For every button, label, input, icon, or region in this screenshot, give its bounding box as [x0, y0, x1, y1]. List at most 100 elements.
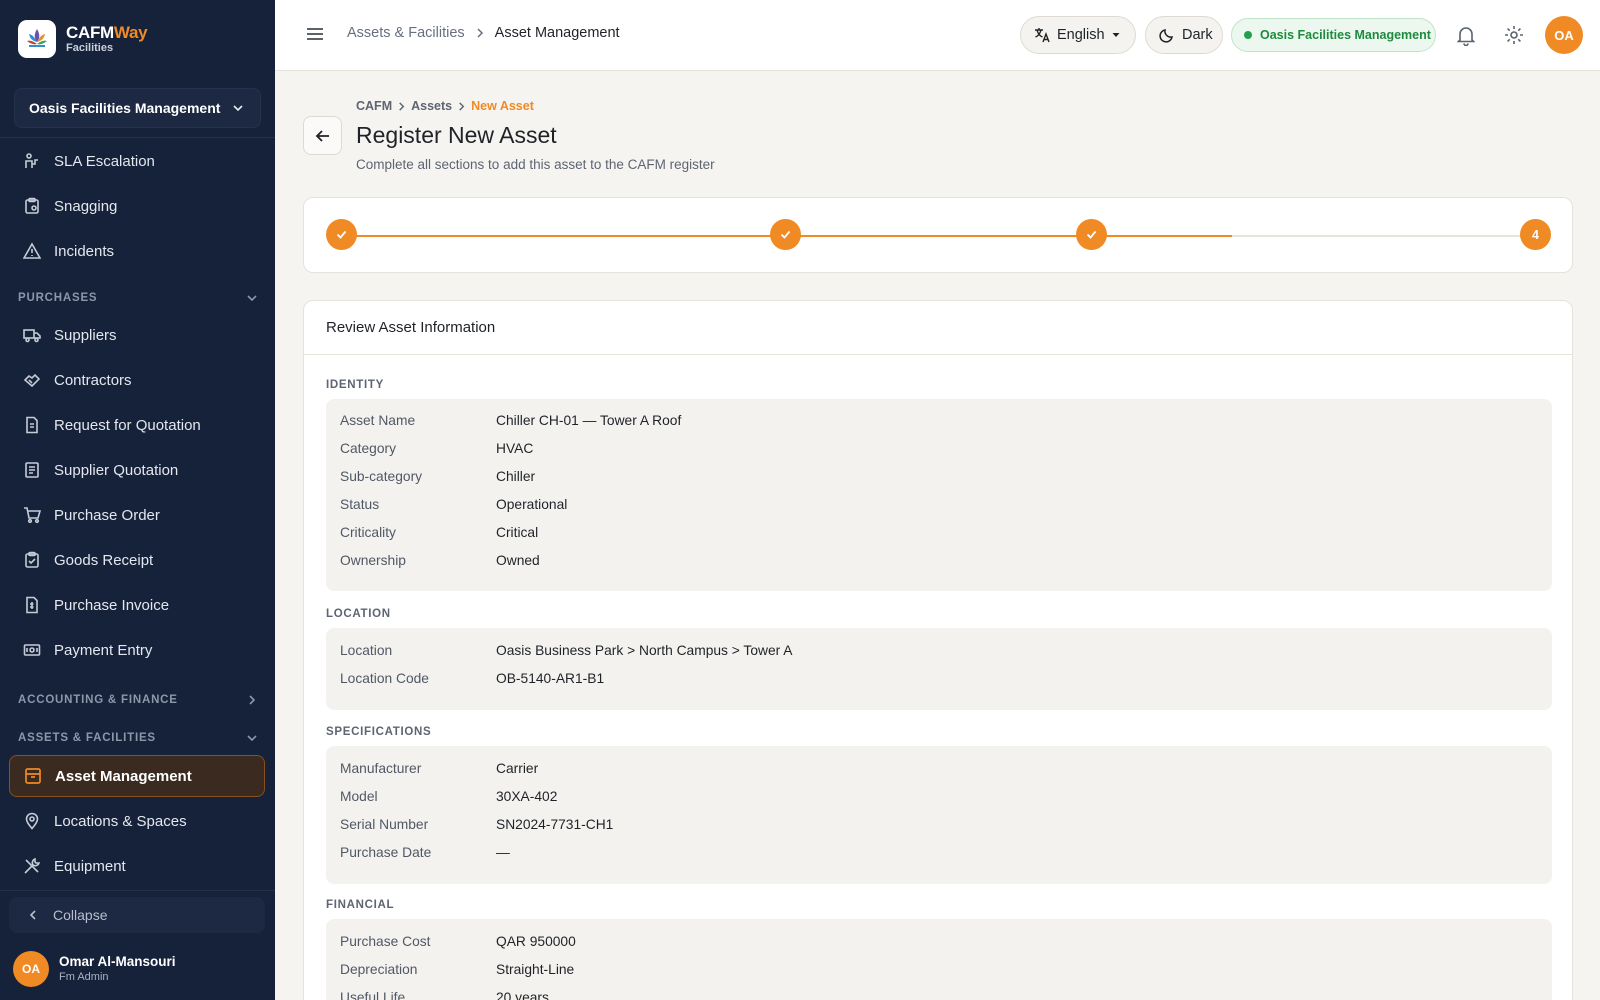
step-4-current[interactable]: 4 — [1520, 219, 1551, 250]
field-ownership: Ownership Owned — [340, 553, 540, 568]
page-title: Register New Asset — [356, 122, 557, 148]
sidebar-item-equipment[interactable]: Equipment — [9, 846, 265, 886]
sidebar-item-label: Purchase Order — [54, 506, 160, 524]
top-bar: Assets & Facilities Asset Management Eng… — [275, 0, 1600, 71]
sidebar-item-label: Request for Quotation — [54, 416, 201, 434]
crumb-new-asset: New Asset — [471, 99, 534, 113]
document-icon — [22, 415, 42, 435]
sidebar-item-label: SLA Escalation — [54, 152, 155, 170]
user-name: Omar Al-Mansouri — [59, 953, 176, 969]
clipboard-icon — [22, 196, 42, 216]
field-purchase-cost: Purchase Cost QAR 950000 — [340, 934, 576, 949]
chevron-down-icon — [232, 102, 244, 114]
field-category: Category HVAC — [340, 441, 533, 456]
gear-icon[interactable] — [1503, 24, 1525, 46]
field-value: Straight-Line — [496, 962, 575, 977]
review-card-title: Review Asset Information — [304, 301, 1572, 355]
sidebar-item-goods-receipt[interactable]: Goods Receipt — [9, 540, 265, 580]
brand-name-part2: Way — [113, 22, 148, 42]
avatar[interactable]: OA — [1545, 16, 1583, 54]
section-label-location: LOCATION — [326, 608, 391, 620]
sidebar-item-sla-escalation[interactable]: SLA Escalation — [9, 141, 265, 181]
field-location-code: Location Code OB-5140-AR1-B1 — [340, 671, 604, 686]
field-label: Location — [340, 643, 393, 658]
section-header-purchases[interactable]: PURCHASES — [18, 292, 258, 304]
field-value: SN2024-7731-CH1 — [496, 817, 614, 832]
step-1-complete[interactable] — [326, 219, 357, 250]
clipboard-check-icon — [22, 550, 42, 570]
language-selector[interactable]: English — [1020, 16, 1136, 54]
translate-icon — [1033, 26, 1051, 44]
sidebar-item-payment-entry[interactable]: Payment Entry — [9, 630, 265, 670]
section-header-assets[interactable]: ASSETS & FACILITIES — [18, 732, 258, 744]
field-label: Asset Name — [340, 413, 416, 428]
brand-logo-icon — [18, 20, 56, 58]
review-card: Review Asset Information IDENTITY Asset … — [303, 300, 1573, 1000]
section-header-accounting[interactable]: ACCOUNTING & FINANCE — [18, 694, 258, 706]
sidebar-item-label: Asset Management — [55, 767, 192, 785]
sidebar-item-purchase-order[interactable]: Purchase Order — [9, 495, 265, 535]
sidebar-item-asset-management[interactable]: Asset Management — [9, 755, 265, 797]
caret-down-icon — [1111, 30, 1121, 40]
language-label: English — [1057, 27, 1105, 43]
sidebar-item-purchase-invoice[interactable]: Purchase Invoice — [9, 585, 265, 625]
field-label: Sub-category — [340, 469, 423, 484]
menu-icon[interactable] — [304, 23, 326, 45]
org-selector-label: Oasis Facilities Management — [29, 100, 221, 116]
stepper-remaining-line — [1232, 235, 1532, 237]
org-selector[interactable]: Oasis Facilities Management — [14, 88, 261, 128]
sidebar-item-locations-spaces[interactable]: Locations & Spaces — [9, 801, 265, 841]
field-value: QAR 950000 — [496, 934, 576, 949]
warning-icon — [22, 241, 42, 261]
sidebar-item-snagging[interactable]: Snagging — [9, 186, 265, 226]
archive-icon — [23, 766, 43, 786]
field-label: Manufacturer — [340, 761, 422, 776]
sidebar-item-rfq[interactable]: Request for Quotation — [9, 405, 265, 445]
sidebar-item-suppliers[interactable]: Suppliers — [9, 315, 265, 355]
crumb-assets[interactable]: Assets — [411, 99, 452, 113]
sidebar-item-label: Snagging — [54, 197, 118, 215]
field-label: Useful Life — [340, 990, 406, 1000]
crumb-cafm[interactable]: CAFM — [356, 99, 392, 113]
sidebar-item-contractors[interactable]: Contractors — [9, 360, 265, 400]
receipt-icon — [22, 460, 42, 480]
field-depreciation: Depreciation Straight-Line — [340, 962, 574, 977]
field-value: Chiller CH-01 — Tower A Roof — [496, 413, 682, 428]
sidebar-divider — [0, 890, 275, 891]
page-breadcrumb: CAFM Assets New Asset — [356, 99, 534, 113]
brand[interactable]: CAFMWay Facilities — [18, 20, 148, 58]
tools-icon — [22, 856, 42, 876]
breadcrumb-current: Asset Management — [494, 25, 620, 41]
status-dot-icon — [1244, 31, 1252, 39]
cart-icon — [22, 505, 42, 525]
section-financial: Purchase Cost QAR 950000 Depreciation Stra… — [326, 919, 1552, 1000]
collapse-button[interactable]: Collapse — [9, 897, 265, 933]
bell-icon[interactable] — [1455, 24, 1477, 46]
field-manufacturer: Manufacturer Carrier — [340, 761, 538, 776]
chevron-right-icon — [457, 101, 466, 111]
field-serial-number: Serial Number SN2024-7731-CH1 — [340, 817, 613, 832]
theme-toggle[interactable]: Dark — [1145, 16, 1223, 54]
field-value: 30XA-402 — [496, 789, 558, 804]
org-status-badge: Oasis Facilities Management — [1231, 18, 1436, 52]
field-value: 20 years — [496, 990, 549, 1000]
field-value: Oasis Business Park > North Campus > Tow… — [496, 643, 793, 658]
sidebar-item-supplier-quotation[interactable]: Supplier Quotation — [9, 450, 265, 490]
escalation-icon — [22, 151, 42, 171]
handshake-icon — [22, 370, 42, 390]
user-profile[interactable]: OA Omar Al-Mansouri Fm Admin — [13, 951, 176, 987]
field-label: Category — [340, 441, 396, 456]
field-value: Operational — [496, 497, 568, 512]
back-button[interactable] — [303, 116, 342, 155]
step-3-complete[interactable] — [1076, 219, 1107, 250]
section-label-specifications: SPECIFICATIONS — [326, 726, 432, 738]
chevron-down-icon — [246, 292, 258, 304]
sidebar-item-incidents[interactable]: Incidents — [9, 231, 265, 271]
step-2-complete[interactable] — [770, 219, 801, 250]
field-value: Owned — [496, 553, 540, 568]
sidebar-item-label: Locations & Spaces — [54, 812, 187, 830]
field-label: Location Code — [340, 671, 429, 686]
breadcrumb-parent[interactable]: Assets & Facilities — [347, 25, 465, 41]
field-value: HVAC — [496, 441, 534, 456]
brand-name-part1: CAFM — [66, 22, 114, 42]
